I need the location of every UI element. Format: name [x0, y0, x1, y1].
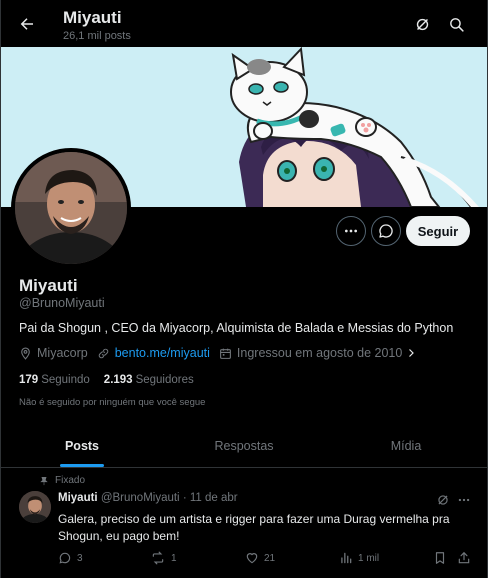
- back-button[interactable]: [11, 8, 43, 40]
- reply-button[interactable]: 3: [58, 551, 83, 565]
- tweet-text: Galera, preciso de um artista e rigger p…: [58, 512, 450, 543]
- reply-icon: [59, 552, 71, 564]
- following-count: 179: [19, 374, 39, 386]
- tab-posts[interactable]: Posts: [1, 425, 163, 467]
- more-button[interactable]: [336, 216, 366, 246]
- pin-icon: [40, 476, 48, 485]
- post-count: 26,1 mil posts: [63, 30, 131, 42]
- profile-name: Miyauti: [19, 276, 78, 295]
- like-count: 21: [264, 552, 276, 564]
- location-text: Miyacorp: [37, 346, 88, 360]
- tweet-header: Miyauti @BrunoMiyauti · 11 de abr: [58, 492, 238, 504]
- tweet-more-button[interactable]: [456, 492, 472, 508]
- pinned-label: Fixado: [55, 475, 86, 486]
- follow-stats: 179 Seguindo 2.193 Seguidores: [19, 374, 208, 386]
- avatar-photo: [15, 152, 127, 264]
- more-icon: [345, 229, 357, 233]
- pinned-indicator: Fixado: [39, 475, 85, 486]
- tweet-separator: ·: [182, 492, 187, 504]
- reply-count: 3: [77, 552, 83, 564]
- more-icon: [458, 498, 470, 502]
- grok-button[interactable]: [408, 10, 436, 38]
- views-count: 1 mil: [358, 552, 380, 564]
- back-arrow-icon: [20, 18, 33, 30]
- tweet-author-name[interactable]: Miyauti: [58, 492, 98, 504]
- location: Miyacorp: [19, 346, 88, 360]
- location-icon: [21, 347, 30, 360]
- retweet-button[interactable]: 1: [150, 551, 177, 565]
- followers-label: Seguidores: [135, 374, 194, 386]
- tab-media[interactable]: Mídia: [325, 425, 487, 467]
- share-icon: [458, 551, 470, 564]
- website: bento.me/miyauti: [97, 346, 210, 360]
- follow-button[interactable]: Seguir: [406, 216, 470, 246]
- tweet-grok-button[interactable]: [435, 492, 451, 508]
- joined-text: Ingressou em agosto de 2010: [236, 346, 403, 360]
- profile-meta: Miyacorp bento.me/miyauti Ingressou em a…: [19, 346, 431, 360]
- like-button[interactable]: 21: [245, 551, 275, 565]
- tab-replies[interactable]: Respostas: [163, 425, 325, 467]
- share-button[interactable]: [457, 551, 476, 565]
- following-link[interactable]: 179 Seguindo: [19, 374, 90, 386]
- tweet-date[interactable]: 11 de abr: [190, 492, 238, 504]
- profile-page: Miyauti 26,1 mil posts Seguir Miyauti @B…: [0, 0, 488, 578]
- bookmark-icon: [435, 552, 445, 564]
- grok-icon: [438, 495, 448, 505]
- profile-avatar[interactable]: [11, 148, 131, 268]
- views-button[interactable]: 1 mil: [339, 551, 379, 565]
- message-icon: [379, 224, 393, 238]
- tweet-avatar-photo: [19, 491, 51, 523]
- not-followed-note: Não é seguido por ninguém que você segue: [19, 397, 206, 408]
- retweet-count: 1: [171, 552, 177, 564]
- following-label: Seguindo: [41, 374, 90, 386]
- followers-count: 2.193: [103, 374, 133, 386]
- website-link[interactable]: bento.me/miyauti: [115, 346, 210, 360]
- page-title: Miyauti: [63, 8, 122, 27]
- like-icon: [246, 553, 258, 564]
- grok-icon: [416, 18, 428, 30]
- tweet-avatar[interactable]: [19, 491, 51, 523]
- chevron-right-icon: [409, 349, 415, 357]
- message-button[interactable]: [371, 216, 401, 246]
- bookmark-button[interactable]: [433, 551, 452, 565]
- tweet-actions: 3 1 21 1 mil: [58, 551, 472, 567]
- tweet-author-handle[interactable]: @BrunoMiyauti: [101, 492, 180, 504]
- followers-link[interactable]: 2.193 Seguidores: [104, 374, 194, 386]
- top-bar: Miyauti 26,1 mil posts: [1, 0, 487, 47]
- link-icon: [98, 348, 108, 358]
- search-icon: [449, 17, 464, 32]
- joined-date[interactable]: Ingressou em agosto de 2010: [219, 346, 422, 360]
- profile-tabs: Posts Respostas Mídia: [1, 425, 487, 468]
- retweet-icon: [152, 551, 164, 565]
- profile-bio: Pai da Shogun , CEO da Miyacorp, Alquimi…: [19, 321, 454, 335]
- search-button[interactable]: [442, 10, 470, 38]
- views-icon: [341, 552, 352, 564]
- calendar-icon: [219, 348, 231, 359]
- profile-handle: @BrunoMiyauti: [19, 296, 105, 310]
